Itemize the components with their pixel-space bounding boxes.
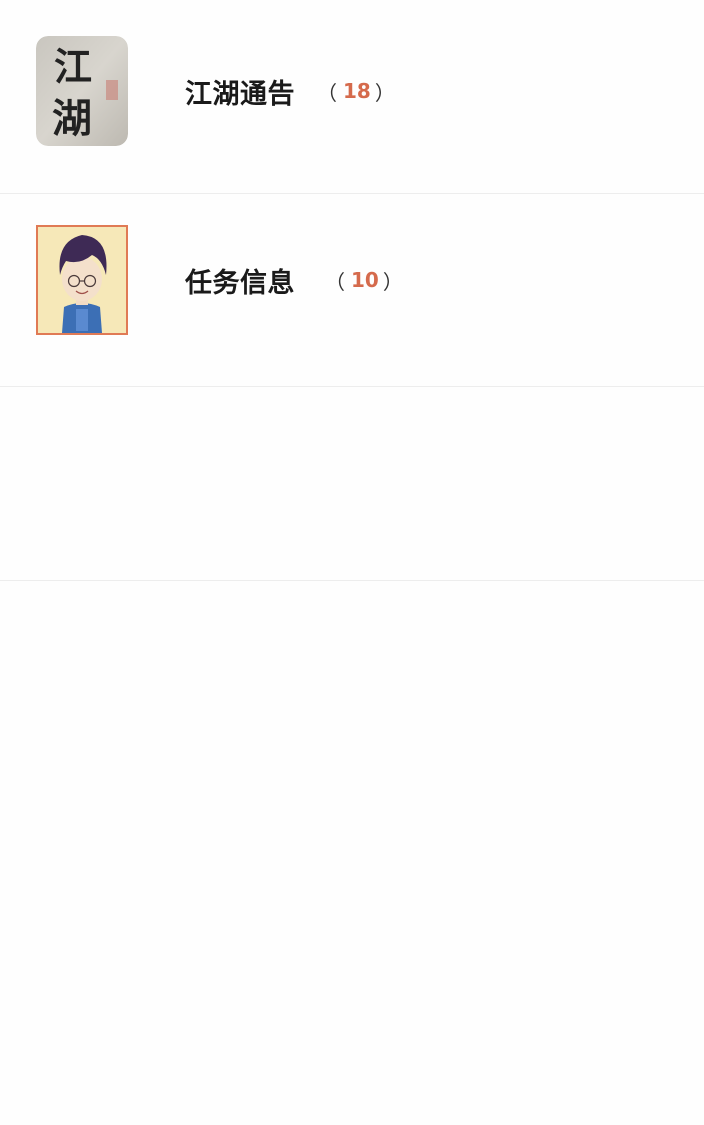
cartoon-boy-icon xyxy=(36,225,128,335)
svg-text:江: 江 xyxy=(54,44,92,89)
unread-count: 18 xyxy=(343,79,371,103)
unread-count: 10 xyxy=(351,268,379,292)
list-item-jianghu-notice[interactable]: 江 湖 江湖通告 （ 18 ） xyxy=(0,0,704,194)
item-title-group: 任务信息 （ 10 ） xyxy=(185,260,403,300)
cartoon-boy-avatar xyxy=(36,225,128,335)
jianghu-calligraphy-avatar: 江 湖 xyxy=(36,36,128,146)
item-title: 江湖通告 xyxy=(185,78,295,110)
empty-list-row xyxy=(0,387,704,581)
list-item-task-info[interactable]: 任务信息 （ 10 ） xyxy=(0,194,704,387)
unread-count-badge: （ 10 ） xyxy=(325,268,403,294)
item-title-group: 江湖通告 （ 18 ） xyxy=(185,71,395,111)
unread-count-badge: （ 18 ） xyxy=(317,79,395,105)
notification-list: 江 湖 江湖通告 （ 18 ） 任务信息 （ 10 ） xyxy=(0,0,704,581)
svg-text:湖: 湖 xyxy=(52,95,92,142)
calligraphy-logo-icon: 江 湖 xyxy=(36,36,128,146)
item-title: 任务信息 xyxy=(185,267,295,299)
